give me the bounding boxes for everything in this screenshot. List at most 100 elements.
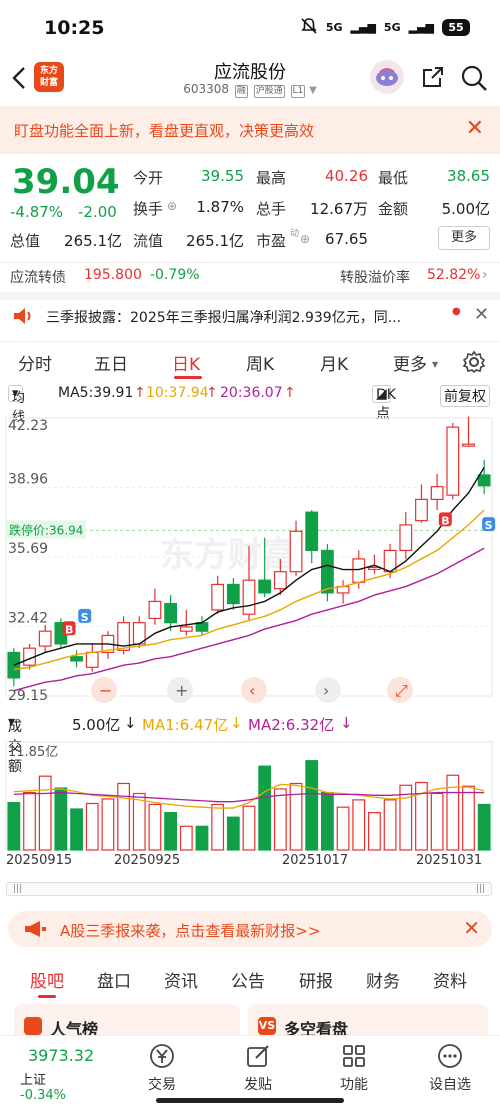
nav-watchlist-label: 设自选 bbox=[429, 1077, 471, 1093]
trade-marker-label: S bbox=[81, 611, 89, 624]
open-value: 39.55 bbox=[201, 167, 244, 185]
y-tick-label: 42.23 bbox=[8, 418, 48, 434]
tab-news[interactable]: 资讯 bbox=[164, 967, 198, 992]
volume-bar bbox=[54, 787, 68, 851]
ma5-value: MA5:39.91 bbox=[58, 385, 134, 401]
ma-selector[interactable]: 均线 ▾ bbox=[8, 385, 25, 425]
nav-trade[interactable]: 交易 bbox=[132, 1042, 192, 1094]
dropdown-icon[interactable]: ▼ bbox=[309, 85, 317, 96]
megaphone-icon bbox=[25, 921, 46, 937]
trade-marker-label: S bbox=[485, 519, 493, 532]
tab-guba[interactable]: 股吧 bbox=[30, 967, 64, 998]
volume-bar bbox=[7, 802, 21, 851]
search-icon[interactable] bbox=[460, 64, 488, 92]
candle-body bbox=[305, 511, 319, 552]
index-value: 3973.32 bbox=[28, 1046, 95, 1065]
nav-functions-label: 功能 bbox=[340, 1077, 368, 1093]
vs-icon: VS bbox=[258, 1017, 276, 1035]
volume-bar bbox=[70, 808, 83, 851]
edit-icon bbox=[247, 1045, 269, 1067]
chevron-right-icon: › bbox=[482, 267, 488, 283]
tab-intraday[interactable]: 分时 bbox=[18, 350, 52, 375]
nav-watchlist[interactable]: 设自选 bbox=[420, 1042, 480, 1094]
volume-bar bbox=[148, 803, 162, 851]
volume-bar bbox=[273, 788, 287, 851]
vol-ma2-arrow-icon: ↓ bbox=[340, 714, 353, 732]
index-ticker[interactable]: 3973.32 上证 -0.34% bbox=[20, 1046, 100, 1103]
float-label: 流值 bbox=[133, 232, 164, 250]
candle-body bbox=[399, 524, 413, 552]
speaker-icon bbox=[12, 307, 34, 329]
volume-bar bbox=[38, 775, 52, 851]
signal-bars-icon-2: ▂▄▆ bbox=[408, 21, 434, 34]
more-button[interactable]: 更多 bbox=[438, 226, 490, 250]
index-pct: -0.34% bbox=[20, 1088, 66, 1103]
notice-bar[interactable]: 三季报披露：2025年三季报归属净利润2.939亿元，同... ● ✕ bbox=[0, 300, 500, 334]
tab-research[interactable]: 研报 bbox=[299, 967, 333, 992]
home-indicator bbox=[156, 1098, 344, 1103]
candle-body bbox=[70, 656, 83, 662]
vol-value: 5.00亿 bbox=[72, 716, 121, 734]
tab-more[interactable]: 更多 bbox=[393, 350, 427, 375]
turnover-value: 1.87% bbox=[196, 198, 244, 216]
vol-selector[interactable]: 成交额 ▾ bbox=[8, 714, 22, 775]
volume-chart[interactable]: 11.85亿 bbox=[0, 736, 500, 852]
tab-month-k[interactable]: 月K bbox=[320, 350, 348, 375]
ma20-arrow-icon: ↑ bbox=[284, 385, 296, 401]
bond-label: 应流转债 bbox=[10, 270, 66, 286]
settings-gear-icon[interactable] bbox=[462, 350, 486, 374]
nav-functions[interactable]: 功能 bbox=[324, 1042, 384, 1094]
assistant-avatar-icon[interactable] bbox=[370, 60, 404, 94]
chart-scrollbar[interactable]: ||| ||| bbox=[6, 882, 492, 896]
banner-close-icon[interactable]: ✕ bbox=[466, 116, 484, 141]
info-icon[interactable]: ⊕ bbox=[167, 199, 177, 213]
candle-body bbox=[226, 583, 240, 605]
y-tick-label: 38.96 bbox=[8, 472, 48, 488]
candle-body bbox=[446, 426, 460, 496]
notice-close-icon[interactable]: ✕ bbox=[474, 304, 489, 325]
tab-week-k[interactable]: 周K bbox=[246, 350, 274, 375]
share-icon[interactable] bbox=[420, 64, 446, 90]
tag-margin: 融 bbox=[234, 85, 248, 98]
watermark-text: 东方财富 bbox=[160, 535, 296, 575]
candle-body bbox=[320, 549, 334, 594]
mute-icon bbox=[300, 17, 318, 38]
tab-finance[interactable]: 财务 bbox=[366, 967, 400, 992]
high-value: 40.26 bbox=[325, 167, 368, 185]
candle-body bbox=[289, 530, 303, 573]
ad-close-icon[interactable]: ✕ bbox=[463, 916, 480, 940]
signal-5g-icon: 5G bbox=[325, 21, 343, 34]
battery-icon: 55 bbox=[442, 19, 470, 36]
amount-label: 金额 bbox=[378, 200, 409, 218]
candle-body bbox=[462, 443, 475, 447]
tab-profile[interactable]: 资料 bbox=[433, 967, 467, 992]
volume-bar bbox=[211, 803, 225, 851]
tab-announcements[interactable]: 公告 bbox=[231, 967, 265, 992]
nav-post[interactable]: 发贴 bbox=[228, 1042, 288, 1094]
signal-bars-icon: ▂▄▆ bbox=[350, 21, 376, 34]
date-label-3: 20251017 bbox=[282, 853, 349, 868]
vol-max-label: 11.85亿 bbox=[8, 745, 58, 760]
ma10-value: 10:37.94 bbox=[146, 385, 209, 401]
tab-five-day[interactable]: 五日 bbox=[94, 350, 128, 375]
volume-bar bbox=[430, 792, 444, 851]
ma20-value: 20:36.07 bbox=[220, 385, 283, 401]
candle-body bbox=[179, 626, 193, 632]
convertible-bond-row[interactable]: 应流转债 195.800 -0.79% 转股溢价率 52.82% › bbox=[0, 262, 500, 292]
adjust-button[interactable]: 前复权 bbox=[440, 385, 490, 407]
change-pct: -4.87% bbox=[10, 203, 64, 221]
earnings-ad-banner[interactable]: A股三季报来袭，点击查看最新财报>> ✕ bbox=[8, 911, 492, 947]
mktcap-value: 265.1亿 bbox=[64, 232, 122, 250]
tab-pankou[interactable]: 盘口 bbox=[97, 967, 131, 992]
tab-day-k[interactable]: 日K bbox=[172, 350, 200, 375]
candle-body bbox=[242, 579, 256, 615]
volume-bar bbox=[320, 791, 334, 851]
low-value: 38.65 bbox=[447, 167, 490, 185]
vol-ma1-arrow-icon: ↓ bbox=[230, 714, 243, 732]
candle-body bbox=[258, 579, 272, 594]
dk-button[interactable]: DK点 ◢ bbox=[372, 385, 396, 422]
date-label-4: 20251031 bbox=[416, 853, 483, 868]
candlestick-chart[interactable]: 东方财富跌停价:36.9442.2338.9635.6932.4229.15BS… bbox=[0, 406, 500, 708]
candle-body bbox=[477, 474, 491, 487]
feature-banner[interactable]: 盯盘功能全面上新，看盘更直观，决策更高效 ✕ bbox=[0, 106, 500, 154]
